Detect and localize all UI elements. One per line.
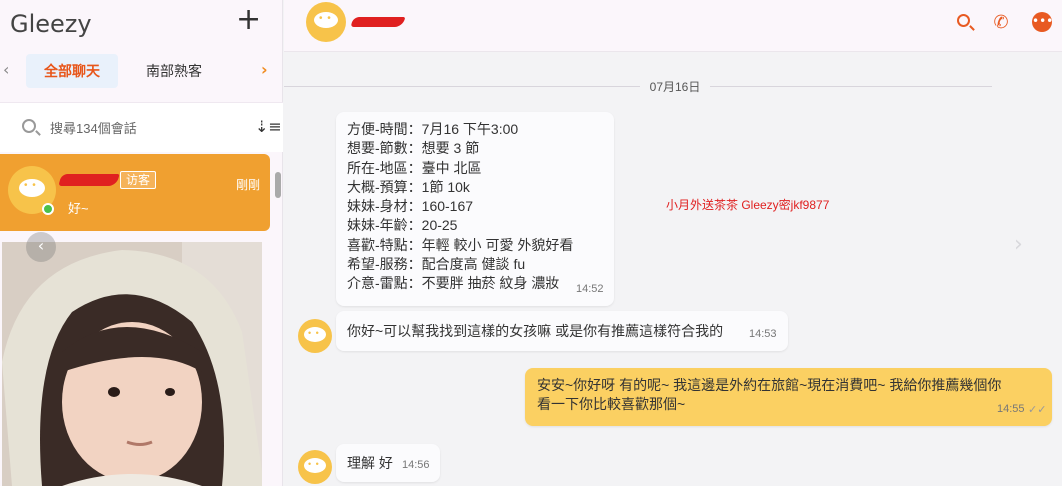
chat-list-item[interactable]: 访客 剛剛 好~	[0, 154, 270, 231]
child-photo-image	[2, 242, 262, 486]
sort-icon[interactable]: ⇣≡	[255, 117, 282, 136]
date-divider: 07月16日	[284, 78, 1062, 94]
tab-south-regulars[interactable]: 南部熟客	[130, 54, 218, 88]
watermark-text: 小月外送茶茶 Gleezy密jkf9877	[666, 198, 830, 212]
chat-bubble-icon	[304, 327, 326, 342]
photo-prev-button[interactable]: ‹	[26, 232, 56, 262]
message-time: 14:56	[402, 459, 430, 471]
tab-next-icon[interactable]: ›	[261, 60, 268, 79]
chat-window: ✆ ••• 07月16日 方便-時間：7月16 下午3:00 想要-節數：想要 …	[284, 0, 1062, 486]
search-input[interactable]	[50, 118, 240, 138]
read-receipt-icon: ✓✓	[1028, 404, 1047, 416]
date-label: 07月16日	[649, 80, 701, 94]
chat-preview: 好~	[68, 201, 89, 216]
phone-call-icon[interactable]: ✆	[990, 12, 1012, 34]
message-time: 14:52	[576, 283, 604, 295]
divider-line	[710, 86, 992, 87]
scrollbar[interactable]	[275, 172, 281, 198]
profile-photo	[2, 242, 262, 486]
search-icon	[22, 119, 36, 133]
message-text: 你好~可以幫我找到這樣的女孩嘛 或是你有推薦這樣符合我的	[347, 323, 724, 339]
sender-avatar[interactable]	[298, 450, 332, 484]
message-text: 安安~你好呀 有的呢~ 我這邊是外約在旅館~現在消費吧~ 我給你推薦幾個你 看一…	[537, 377, 1002, 413]
tab-all-chats[interactable]: 全部聊天	[26, 54, 118, 88]
next-arrow-icon[interactable]: ›	[1014, 232, 1023, 257]
more-icon[interactable]: •••	[1032, 12, 1053, 32]
header-avatar[interactable]	[306, 2, 346, 42]
message-time: 14:55	[997, 403, 1025, 415]
message-bubble: 方便-時間：7月16 下午3:00 想要-節數：想要 3 節 所在-地區：臺中 …	[336, 112, 614, 306]
message-time: 14:53	[749, 328, 777, 340]
add-chat-button[interactable]: +	[236, 5, 261, 35]
chat-bubble-icon	[304, 458, 326, 473]
divider-line	[284, 86, 640, 87]
sender-avatar[interactable]	[298, 319, 332, 353]
search-bar: ⇣≡	[0, 102, 283, 152]
online-status-dot	[42, 203, 54, 215]
redacted-contact-name	[350, 14, 406, 32]
redacted-contact-name	[58, 173, 120, 191]
message-bubble: 你好~可以幫我找到這樣的女孩嘛 或是你有推薦這樣符合我的 14:53	[336, 311, 788, 351]
tab-prev-icon[interactable]: ‹	[3, 60, 9, 79]
outgoing-message-bubble: 安安~你好呀 有的呢~ 我這邊是外約在旅館~現在消費吧~ 我給你推薦幾個你 看一…	[525, 368, 1052, 426]
chat-bubble-icon	[19, 179, 45, 197]
message-text: 理解 好	[347, 455, 393, 471]
search-icon[interactable]	[954, 12, 976, 34]
visitor-badge: 访客	[120, 171, 157, 189]
message-bubble: 理解 好 14:56	[336, 444, 440, 482]
chat-header: ✆ •••	[284, 0, 1062, 52]
app-title: Gleezy	[10, 10, 92, 38]
chat-time: 剛剛	[236, 178, 261, 192]
message-text: 方便-時間：7月16 下午3:00 想要-節數：想要 3 節 所在-地區：臺中 …	[347, 121, 574, 292]
chat-tabs: ‹ 全部聊天 南部熟客 ›	[0, 54, 283, 90]
sidebar: Gleezy + ‹ 全部聊天 南部熟客 › ⇣≡ 访客 剛剛 好~	[0, 0, 283, 486]
chat-bubble-icon	[314, 12, 338, 28]
